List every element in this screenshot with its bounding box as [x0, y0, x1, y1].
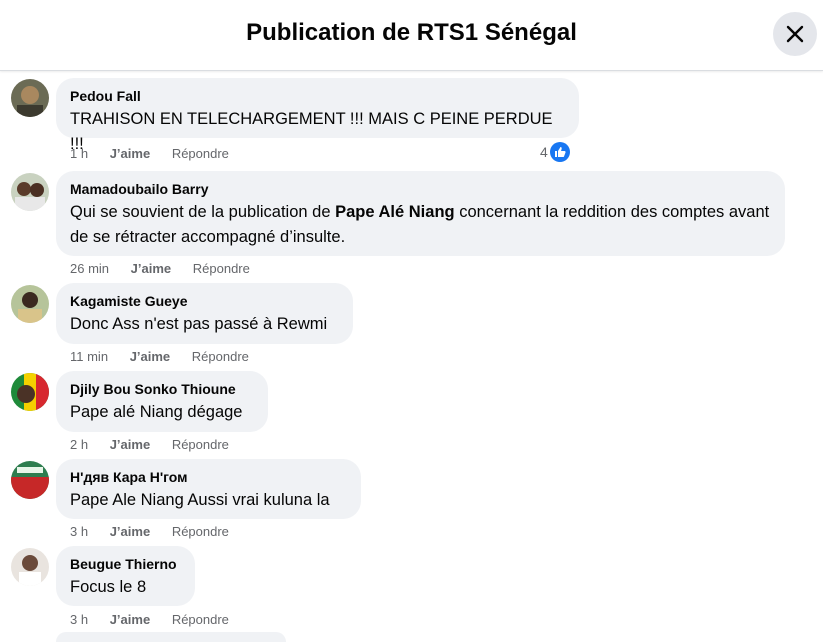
reply-button[interactable]: Répondre	[172, 146, 229, 161]
comment-bubble: Pedou Fall TRAHISON EN TELECHARGEMENT !!…	[56, 78, 579, 153]
avatar[interactable]	[11, 285, 49, 323]
close-icon	[786, 25, 804, 43]
comment-author[interactable]: Beugue Thierno	[70, 555, 181, 573]
avatar[interactable]	[11, 548, 49, 586]
comment-text: Focus le 8	[70, 578, 147, 596]
thumbs-up-icon	[549, 142, 570, 162]
avatar[interactable]	[11, 79, 49, 117]
comment-text: Qui se souvient de la publication de Pap…	[70, 200, 771, 250]
comment-time[interactable]: 3 h	[70, 612, 88, 627]
comment-actions: 3 h J’aime Répondre	[70, 524, 229, 539]
dialog-header: Publication de RTS1 Sénégal	[0, 0, 823, 71]
comment-actions: 2 h J’aime Répondre	[70, 437, 229, 452]
avatar[interactable]	[11, 461, 49, 499]
reply-button[interactable]: Répondre	[172, 524, 229, 539]
comment-text-part: Qui se souvient de la publication de	[70, 203, 336, 221]
close-button[interactable]	[773, 12, 817, 56]
like-button[interactable]: J’aime	[131, 261, 171, 276]
comment-bubble: Mamadoubailo Barry Qui se souvient de la…	[56, 171, 785, 256]
like-button[interactable]: J’aime	[110, 146, 150, 161]
comment-time[interactable]: 26 min	[70, 261, 109, 276]
comment-actions: 3 h J’aime Répondre	[70, 612, 229, 627]
comment-actions: 26 min J’aime Répondre	[70, 261, 250, 276]
like-button[interactable]: J’aime	[110, 524, 150, 539]
reaction-count: 4	[540, 144, 548, 160]
comment-author[interactable]: Kagamiste Gueye	[70, 292, 339, 310]
comment-author[interactable]: Djily Bou Sonko Thioune	[70, 380, 254, 398]
comment-time[interactable]: 1 h	[70, 146, 88, 161]
like-button[interactable]: J’aime	[110, 437, 150, 452]
comment-author[interactable]: Pedou Fall	[70, 87, 565, 105]
dialog-title: Publication de RTS1 Sénégal	[246, 19, 577, 46]
comment-time[interactable]: 11 min	[70, 349, 108, 364]
like-button[interactable]: J’aime	[130, 349, 170, 364]
reply-button[interactable]: Répondre	[172, 437, 229, 452]
comment-bubble-partial	[56, 632, 286, 642]
like-button[interactable]: J’aime	[110, 612, 150, 627]
comment-bubble: Djily Bou Sonko Thioune Pape alé Niang d…	[56, 371, 268, 432]
reaction-summary[interactable]: 4	[540, 142, 570, 162]
comment-text: Pape alé Niang dégage	[70, 403, 243, 421]
reply-button[interactable]: Répondre	[172, 612, 229, 627]
comment-actions: 1 h J’aime Répondre	[70, 146, 229, 161]
reply-button[interactable]: Répondre	[193, 261, 250, 276]
comment-text: Donc Ass n'est pas passé à Rewmi	[70, 315, 328, 333]
comment-author[interactable]: Н'дяв Кара Н'гом	[70, 468, 347, 486]
comment-text: Pape Ale Niang Aussi vrai kuluna la	[70, 491, 330, 509]
comment-time[interactable]: 2 h	[70, 437, 88, 452]
comment-actions: 11 min J’aime Répondre	[70, 349, 249, 364]
reply-button[interactable]: Répondre	[192, 349, 249, 364]
comment-bubble: Kagamiste Gueye Donc Ass n'est pas passé…	[56, 283, 353, 344]
avatar[interactable]	[11, 173, 49, 211]
mention-link[interactable]: Pape Alé Niang	[335, 203, 455, 221]
avatar[interactable]	[11, 373, 49, 411]
comment-bubble: Н'дяв Кара Н'гом Pape Ale Niang Aussi vr…	[56, 459, 361, 519]
comment-bubble: Beugue Thierno Focus le 8	[56, 546, 195, 606]
comment-time[interactable]: 3 h	[70, 524, 88, 539]
comment-author[interactable]: Mamadoubailo Barry	[70, 180, 771, 198]
